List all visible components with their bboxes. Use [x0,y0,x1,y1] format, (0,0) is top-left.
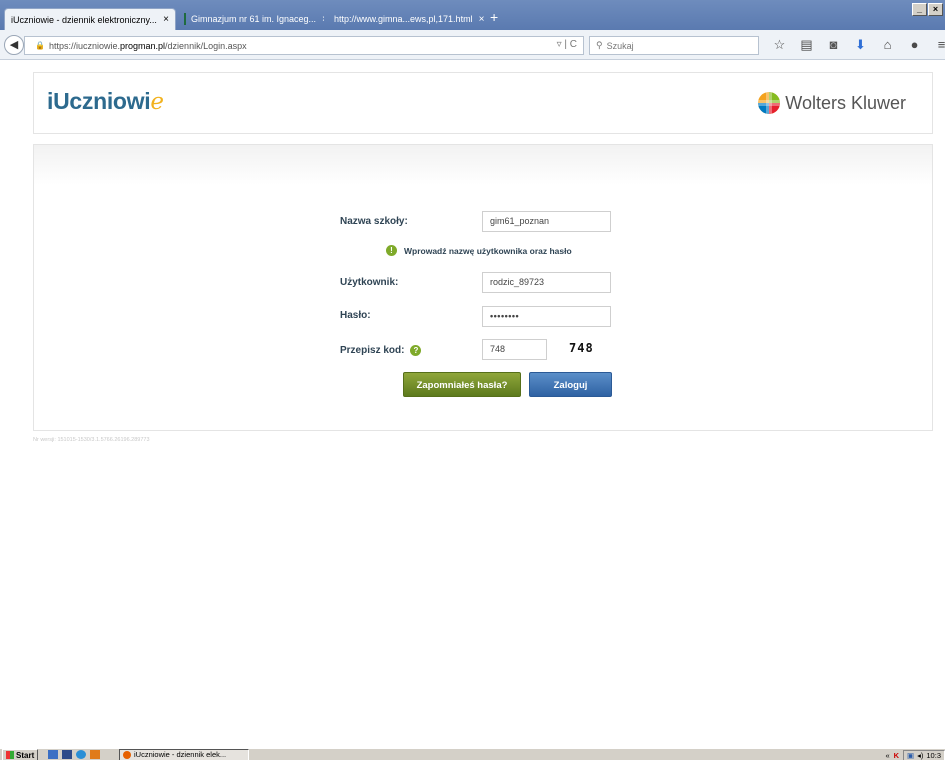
close-window-button[interactable]: × [928,3,943,16]
close-icon[interactable]: × [157,14,169,25]
tray-clock-area: ▣ ◂) 10:3 [903,749,945,760]
window-controls: _ × [912,3,943,16]
close-icon[interactable]: × [316,14,324,25]
school-name-field[interactable]: gim61_poznan [482,211,611,232]
pocket-icon[interactable]: ◙ [826,37,841,53]
clock[interactable]: 10:3 [926,751,941,760]
panel-gradient [34,145,932,185]
windows-logo-icon [6,751,14,759]
user-label: Użytkownik: [340,277,399,288]
lock-icon: 🔒 [35,41,45,50]
taskbar-item-firefox[interactable]: iUczniowie - dziennik elek... [119,749,249,760]
url-bar[interactable]: 🔒 https://iuczniowie. progman.pl/dziennik… [24,36,584,55]
url-prefix: https://iuczniowie. [48,40,121,51]
toolbar-icons: ☆ ▤ ◙ ⬇ ⌂ ● ≡ [772,37,945,53]
code-label: Przepisz kod: [340,345,405,356]
logo-text: iUczniowi [47,88,151,114]
tab-strip: iUczniowie - dziennik elektroniczny... ×… [0,0,945,30]
password-label: Hasło: [340,310,371,321]
password-field[interactable]: •••••••• [482,306,611,327]
logo-e: e [150,89,164,115]
chat-icon[interactable]: ● [907,37,922,53]
forgot-password-button[interactable]: Zapomniałeś hasła? [403,372,521,397]
network-icon[interactable]: ▣ [907,751,914,760]
username-field[interactable]: rodzic_89723 [482,272,611,293]
kaspersky-icon[interactable]: K [894,751,899,760]
bookmarks-list-icon[interactable]: ▤ [799,37,814,53]
close-icon[interactable]: × [473,14,485,25]
tab-iuczniowie[interactable]: iUczniowie - dziennik elektroniczny... × [4,8,176,30]
version-text: Nr wersji: 151015-1530/3.1.5766.26196.28… [33,437,150,443]
code-label-group: Przepisz kod: ? [340,345,422,356]
firefox-icon [123,751,131,760]
tab-gimnazjum[interactable]: Gimnazjum nr 61 im. Ignaceg... × [178,8,324,30]
document-icon [184,13,186,25]
explorer-icon[interactable] [62,750,72,759]
download-arrow-icon[interactable]: ⬇ [853,37,868,53]
tab-label: iUczniowie - dziennik elektroniczny... [11,14,157,25]
wolters-kluwer-brand: Wolters Kluwer [757,91,906,115]
exclamation-icon: ! [386,245,397,256]
school-label: Nazwa szkoły: [340,216,408,227]
screen: iUczniowie - dziennik elektroniczny... ×… [0,0,945,760]
search-icon: ⚲ [596,40,603,50]
tab-label: http://www.gimna...ews,pl,171.html [334,14,473,24]
search-placeholder: Szukaj [606,40,634,51]
url-host: progman.pl [120,40,166,51]
brand-name: Wolters Kluwer [785,92,906,113]
show-desktop-icon[interactable] [48,750,58,759]
home-icon[interactable]: ⌂ [880,37,895,53]
url-suffix: /dziennik/Login.aspx [165,40,247,51]
task-item-label: iUczniowie - dziennik elek... [134,750,227,759]
captcha-image-text: 748 [569,341,594,355]
back-arrow-icon[interactable]: ◀ [4,35,24,55]
navigation-bar: ◀ 🔒 https://iuczniowie. progman.pl/dzienn… [0,30,945,60]
new-tab-plus-icon[interactable]: + [490,9,498,25]
help-question-icon[interactable]: ? [410,345,422,356]
system-tray: « K ▣ ◂) 10:3 [885,749,945,760]
tab-label: Gimnazjum nr 61 im. Ignaceg... [191,14,317,24]
info-text: Wprowadź nazwę użytkownika oraz hasło [404,245,572,256]
page-header: iUczniowie Wolters Kluwer [33,72,933,134]
reload-icon[interactable]: ▿ | C [557,39,577,50]
volume-icon[interactable]: ◂) [917,751,923,760]
media-icon[interactable] [90,750,100,759]
internet-explorer-icon[interactable] [76,750,86,759]
login-button[interactable]: Zaloguj [529,372,612,397]
start-button[interactable]: Start [2,749,39,760]
wolters-kluwer-globe-icon [758,92,781,114]
search-bar[interactable]: ⚲ Szukaj [589,36,759,55]
bookmark-star-icon[interactable]: ☆ [772,37,787,53]
taskbar: Start iUczniowie - dziennik elek... « K … [0,748,945,760]
menu-icon[interactable]: ≡ [934,37,945,53]
info-message: ! Wprowadź nazwę użytkownika oraz hasło [386,245,572,256]
start-label: Start [16,750,35,760]
iuczniowie-logo: iUczniowie [47,88,164,115]
tab-gimna-news[interactable]: http://www.gimna...ews,pl,171.html × [328,8,486,30]
captcha-code-field[interactable]: 748 [482,339,547,360]
tray-expand-icon[interactable]: « [885,751,889,760]
minimize-button[interactable]: _ [912,3,927,16]
